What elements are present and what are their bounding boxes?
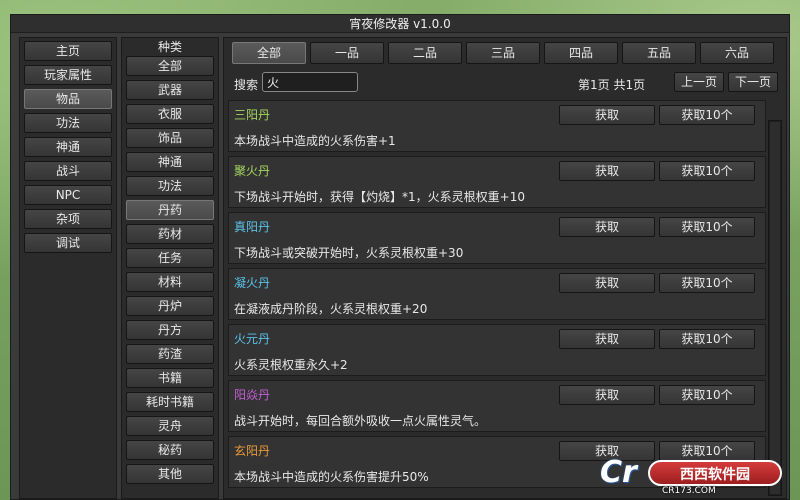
category-header: 种类 (157, 40, 182, 54)
nav-item-0[interactable]: 主页 (24, 41, 112, 61)
category-item-7[interactable]: 药材 (126, 224, 214, 244)
watermark-url: CR173.COM (662, 486, 716, 496)
item-row: 凝火丹 获取 获取10个在凝液成丹阶段，火系灵根权重+20 (228, 268, 766, 320)
item-list: 三阳丹 获取 获取10个 本场战斗中造成的火系伤害+1 聚火丹 获取 获取10个 下场战斗开始… (228, 100, 766, 496)
category-item-0[interactable]: 全部 (126, 56, 214, 76)
get-10-button[interactable]: 获取10个 (659, 329, 755, 349)
nav-item-2[interactable]: 物品 (24, 89, 112, 109)
category-item-3[interactable]: 饰品 (126, 128, 214, 148)
item-row: 阳焱丹 获取 获取10个战斗开始时，每回合额外吸收一点火属性灵气。 (228, 380, 766, 432)
page-info: 第1页 共1页 (578, 78, 646, 92)
category-item-10[interactable]: 丹炉 (126, 296, 214, 316)
window-title: 宵夜修改器 v1.0.0 (11, 15, 789, 33)
get-button[interactable]: 获取 (559, 161, 655, 181)
grade-tab-6[interactable]: 六品 (700, 42, 774, 64)
grade-tab-5[interactable]: 五品 (622, 42, 696, 64)
get-button[interactable]: 获取 (559, 105, 655, 125)
category-item-2[interactable]: 衣服 (126, 104, 214, 124)
category-item-5[interactable]: 功法 (126, 176, 214, 196)
get-button[interactable]: 获取 (559, 217, 655, 237)
category-item-16[interactable]: 秘药 (126, 440, 214, 460)
category-nav: 种类 全部武器衣服饰品神通功法丹药药材任务材料丹炉丹方药渣书籍耗时书籍灵舟秘药其… (121, 37, 219, 499)
category-item-14[interactable]: 耗时书籍 (126, 392, 214, 412)
item-description: 本场战斗中造成的火系伤害提升50% (234, 470, 429, 484)
item-name: 凝火丹 (234, 276, 271, 290)
trainer-window: 宵夜修改器 v1.0.0 主页 玩家属性 物品 功法 神通 战斗 NPC 杂项 调试 种类 全部… (10, 14, 790, 500)
nav-item-7[interactable]: 杂项 (24, 209, 112, 229)
grade-tab-1[interactable]: 一品 (310, 42, 384, 64)
search-input[interactable] (262, 72, 358, 92)
site-watermark: Cr 西西软件园 CR173.COM (600, 456, 790, 496)
item-row: 真阳丹 获取 获取10个下场战斗或突破开始时，火系灵根权重+30 (228, 212, 766, 264)
item-row: 火元丹 获取 获取10个火系灵根权重永久+2 (228, 324, 766, 376)
category-item-1[interactable]: 武器 (126, 80, 214, 100)
category-item-17[interactable]: 其他 (126, 464, 214, 484)
watermark-logo: Cr (600, 455, 637, 490)
grade-tab-4[interactable]: 四品 (544, 42, 618, 64)
category-item-12[interactable]: 药渣 (126, 344, 214, 364)
watermark-text: 西西软件园 (648, 460, 782, 486)
search-label: 搜索 (234, 78, 259, 92)
get-10-button[interactable]: 获取10个 (659, 161, 755, 181)
item-name: 三阳丹 (234, 108, 271, 122)
get-10-button[interactable]: 获取10个 (659, 273, 755, 293)
grade-tabs: 全部 一品 二品 三品 四品 五品 六品 (232, 42, 778, 66)
item-description: 本场战斗中造成的火系伤害+1 (234, 134, 396, 148)
nav-item-5[interactable]: 战斗 (24, 161, 112, 181)
category-item-11[interactable]: 丹方 (126, 320, 214, 340)
item-name: 真阳丹 (234, 220, 271, 234)
item-description: 下场战斗或突破开始时，火系灵根权重+30 (234, 246, 464, 260)
item-description: 战斗开始时，每回合额外吸收一点火属性灵气。 (234, 414, 487, 428)
category-item-4[interactable]: 神通 (126, 152, 214, 172)
get-button[interactable]: 获取 (559, 329, 655, 349)
get-10-button[interactable]: 获取10个 (659, 217, 755, 237)
get-10-button[interactable]: 获取10个 (659, 105, 755, 125)
item-name: 火元丹 (234, 332, 271, 346)
category-item-13[interactable]: 书籍 (126, 368, 214, 388)
category-item-8[interactable]: 任务 (126, 248, 214, 268)
search-bar: 搜索 第1页 共1页 上一页 下一页 (232, 72, 780, 96)
item-row: 聚火丹 获取 获取10个下场战斗开始时，获得【灼烧】*1，火系灵根权重+10 (228, 156, 766, 208)
item-name: 玄阳丹 (234, 444, 271, 458)
item-description: 下场战斗开始时，获得【灼烧】*1，火系灵根权重+10 (234, 190, 525, 204)
grade-tab-0[interactable]: 全部 (232, 42, 306, 64)
scrollbar-thumb[interactable] (770, 122, 780, 494)
item-name: 聚火丹 (234, 164, 271, 178)
nav-item-3[interactable]: 功法 (24, 113, 112, 133)
item-panel: 全部一品二品三品四品五品六品 搜索 第1页 共1页 上一页 下一页 三阳丹获取获… (223, 37, 787, 499)
get-button[interactable]: 获取 (559, 273, 655, 293)
nav-item-8[interactable]: 调试 (24, 233, 112, 253)
category-item-6[interactable]: 丹药 (126, 200, 214, 220)
nav-item-6[interactable]: NPC (24, 185, 112, 205)
next-page-button[interactable]: 下一页 (728, 72, 778, 92)
grade-tab-2[interactable]: 二品 (388, 42, 462, 64)
nav-item-4[interactable]: 神通 (24, 137, 112, 157)
item-name: 阳焱丹 (234, 388, 271, 402)
item-list-scrollbar[interactable] (768, 120, 782, 496)
item-description: 火系灵根权重永久+2 (234, 358, 348, 372)
main-nav: 主页玩家属性物品功法神通战斗 NPC 杂项调试 (19, 37, 117, 499)
get-10-button[interactable]: 获取10个 (659, 385, 755, 405)
item-description: 在凝液成丹阶段，火系灵根权重+20 (234, 302, 428, 316)
category-item-15[interactable]: 灵舟 (126, 416, 214, 436)
get-button[interactable]: 获取 (559, 385, 655, 405)
item-row: 三阳丹 获取 获取10个本场战斗中造成的火系伤害+1 (228, 100, 766, 152)
nav-item-1[interactable]: 玩家属性 (24, 65, 112, 85)
prev-page-button[interactable]: 上一页 (674, 72, 724, 92)
grade-tab-3[interactable]: 三品 (466, 42, 540, 64)
category-item-9[interactable]: 材料 (126, 272, 214, 292)
